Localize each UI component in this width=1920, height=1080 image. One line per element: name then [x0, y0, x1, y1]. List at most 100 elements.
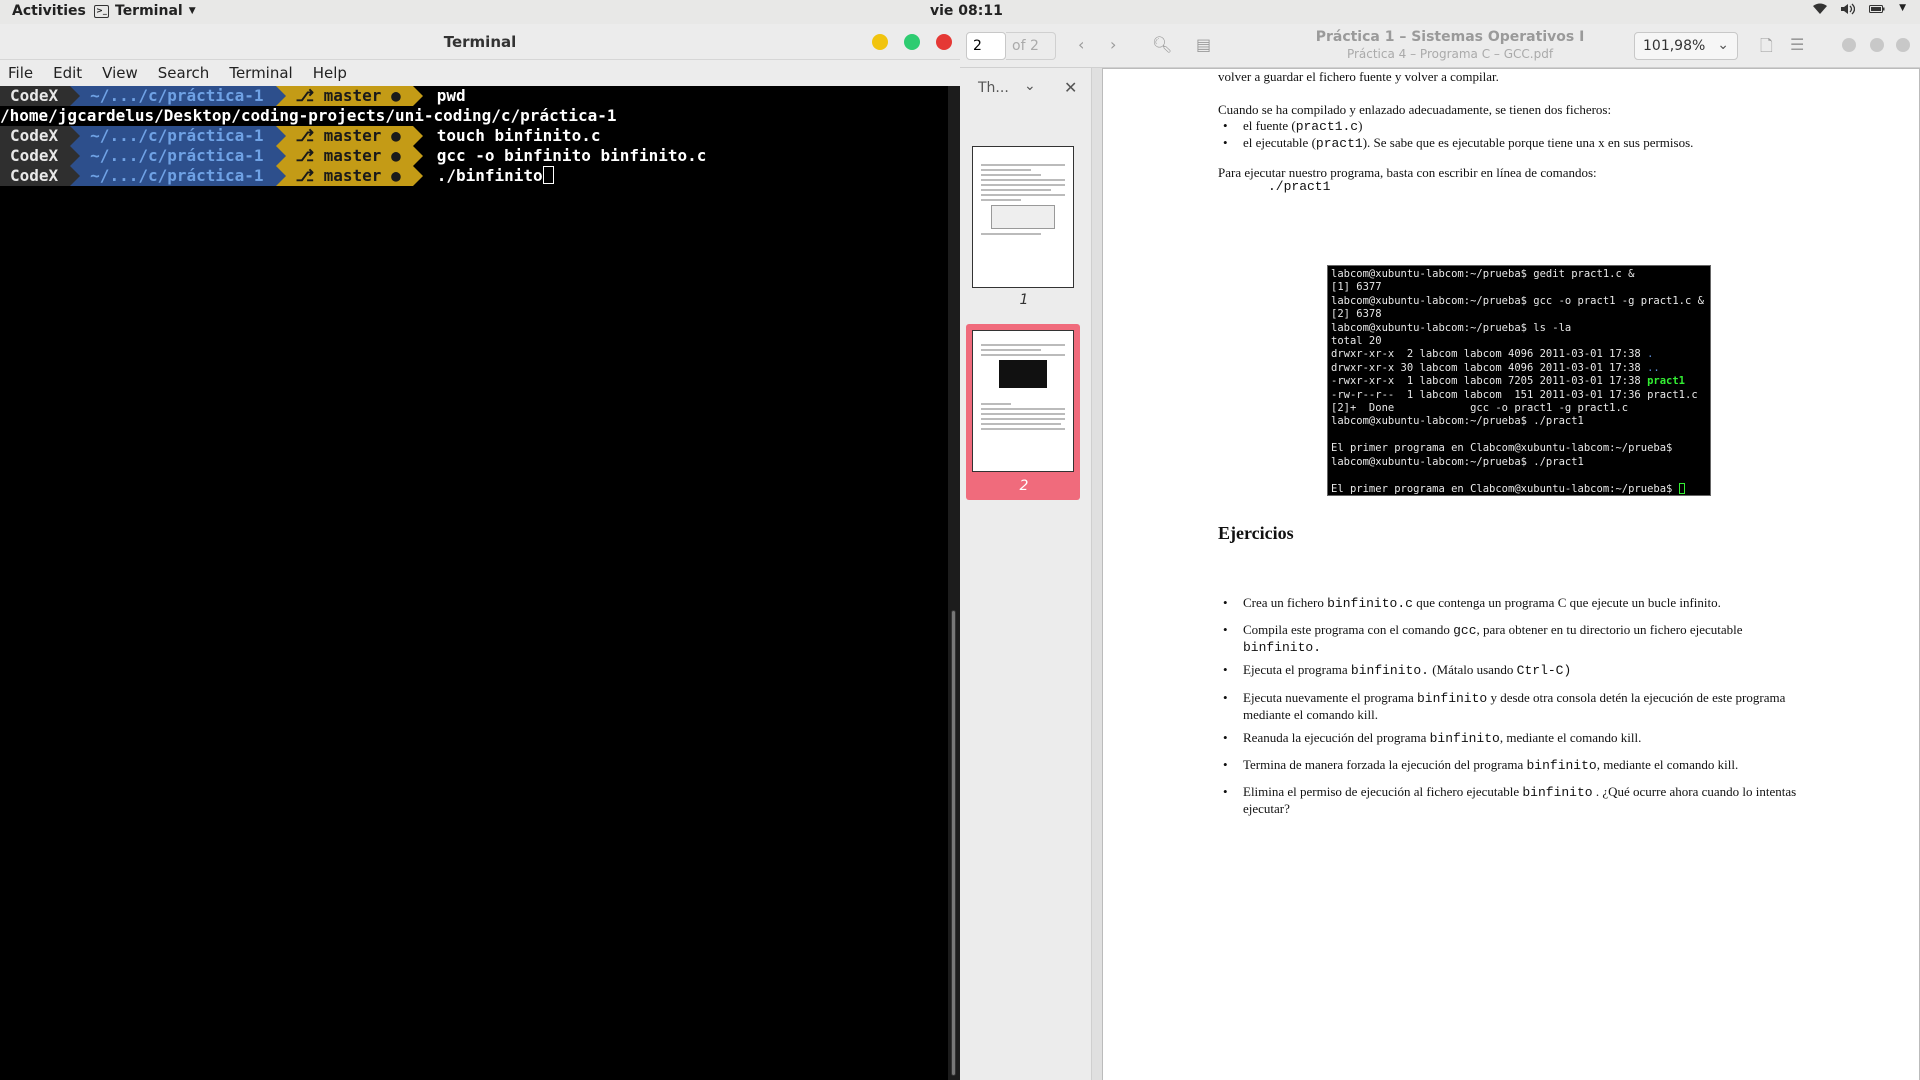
app-menu[interactable]: >_ Terminal ▼	[94, 3, 196, 19]
terminal-window: Terminal File Edit View Search Terminal …	[0, 24, 960, 1080]
prompt-separator-icon	[70, 146, 81, 166]
command-output: /home/jgcardelus/Desktop/coding-projects…	[0, 106, 617, 125]
thumbnail-number: 2	[1019, 478, 1029, 494]
battery-icon[interactable]	[1869, 3, 1885, 18]
exercise-text: , mediante el comando kill.	[1499, 730, 1642, 745]
chevron-down-icon: ▼	[188, 6, 196, 16]
prompt-path: ~/.../c/práctica-1	[80, 86, 276, 106]
maximize-button[interactable]	[1870, 38, 1884, 52]
document-page: volver a guardar el fichero fuente y vol…	[1102, 68, 1920, 1080]
screenshot-line: [1] 6377	[1331, 281, 1382, 294]
top-bar: Activities >_ Terminal ▼ vie 08:11 ▼	[0, 0, 1920, 24]
screenshot-line: total 20	[1331, 335, 1382, 348]
exercise-item: • Elimina el permiso de ejecución al fich…	[1223, 784, 1813, 817]
activities-button[interactable]: Activities	[12, 3, 86, 19]
terminal-titlebar[interactable]: Terminal	[0, 24, 960, 60]
exercise-text: Ejecuta el programa	[1243, 662, 1351, 677]
inline-code: Ctrl-C)	[1516, 663, 1572, 678]
screenshot-line: labcom@xubuntu-labcom:~/prueba$ gedit pr…	[1331, 268, 1635, 280]
dir-name: ..	[1647, 361, 1660, 374]
section-heading: Ejercicios	[1218, 523, 1294, 543]
screenshot-line	[1331, 429, 1707, 442]
volume-icon[interactable]	[1841, 3, 1856, 18]
prompt-separator-icon	[412, 126, 423, 146]
chevron-down-icon: ⌄	[1717, 37, 1729, 53]
prompt-separator-icon	[412, 86, 423, 106]
close-sidebar-icon[interactable]: ✕	[1064, 78, 1077, 97]
exercise-text: , para obtener en tu directorio un fiche…	[1476, 622, 1743, 637]
prompt-separator-icon	[412, 166, 423, 186]
search-icon[interactable]: 🔍︎	[1152, 35, 1172, 54]
command-text: pwd	[436, 86, 466, 105]
page-thumbnail-1[interactable]	[972, 146, 1074, 288]
list-text: el ejecutable (	[1243, 135, 1316, 150]
prompt-separator-icon	[275, 146, 286, 166]
menu-help[interactable]: Help	[313, 64, 347, 82]
zoom-select[interactable]: 101,98% ⌄	[1634, 32, 1738, 60]
prompt-separator-icon	[70, 86, 81, 106]
exercise-item: • Termina de manera forzada la ejecución …	[1223, 757, 1813, 774]
clock[interactable]: vie 08:11	[930, 3, 1003, 19]
terminal-line: CodeX ~/.../c/práctica-1 ⎇ master ● pwd	[0, 86, 948, 106]
close-button[interactable]	[1896, 38, 1910, 52]
chevron-down-icon[interactable]: ⌄	[1024, 78, 1036, 94]
menu-view[interactable]: View	[102, 64, 138, 82]
prompt-path: ~/.../c/práctica-1	[80, 126, 276, 146]
bullet-icon: •	[1223, 784, 1228, 799]
chevron-down-icon[interactable]: ▼	[1899, 3, 1906, 18]
page-area[interactable]: volver a guardar el fichero fuente y vol…	[1102, 68, 1920, 1080]
next-page-icon[interactable]: ›	[1110, 35, 1116, 54]
wifi-icon[interactable]	[1813, 3, 1828, 18]
exercise-item: • Compila este programa con el comando gc…	[1223, 622, 1813, 656]
minimize-button[interactable]	[872, 34, 888, 50]
document-title: Práctica 1 – Sistemas Operativos I	[1315, 29, 1585, 45]
scrollbar-thumb[interactable]	[951, 610, 956, 1076]
screenshot-line: labcom@xubuntu-labcom:~/prueba$ ./pract1	[1331, 455, 1584, 468]
zoom-value: 101,98%	[1643, 38, 1706, 54]
minimize-button[interactable]	[1842, 38, 1856, 52]
sidebar-scrollbar[interactable]	[1092, 68, 1102, 1080]
sidebar-header: Th... ⌄ ✕	[960, 68, 1091, 108]
menu-terminal[interactable]: Terminal	[229, 64, 292, 82]
hamburger-menu-icon[interactable]: ☰	[1790, 35, 1804, 54]
annotations-icon[interactable]: ▤	[1196, 35, 1211, 54]
terminal-line: CodeX ~/.../c/práctica-1 ⎇ master ● gcc -o …	[0, 146, 948, 166]
menu-file[interactable]: File	[8, 64, 33, 82]
sidebar-mode-label[interactable]: Th...	[978, 80, 1009, 96]
prompt-user: CodeX	[0, 86, 71, 106]
screenshot-line: drwxr-xr-x 2 labcom labcom 4096 2011-03-…	[1331, 348, 1654, 361]
inline-code: gcc	[1453, 623, 1477, 638]
prompt-path: ~/.../c/práctica-1	[80, 166, 276, 186]
document-filename: Práctica 4 – Programa C – GCC.pdf	[1346, 47, 1554, 61]
screenshot-cursor	[1678, 482, 1685, 494]
terminal-title: Terminal	[443, 33, 517, 51]
exercise-item: • Ejecuta el programa binfinito. (Mátalo …	[1223, 662, 1813, 679]
terminal-scrollbar[interactable]	[948, 86, 960, 1080]
terminal-screen[interactable]: CodeX ~/.../c/práctica-1 ⎇ master ● pwd/hom…	[0, 86, 948, 1080]
document-properties-icon[interactable]: 🗋	[1760, 35, 1773, 62]
close-button[interactable]	[936, 34, 952, 50]
terminal-line: CodeX ~/.../c/práctica-1 ⎇ master ● ./binfi…	[0, 166, 948, 186]
screenshot-line: labcom@xubuntu-labcom:~/prueba$ ls -la	[1331, 321, 1572, 334]
previous-page-icon[interactable]: ‹	[1078, 35, 1084, 54]
terminal-cursor	[542, 166, 554, 184]
menu-edit[interactable]: Edit	[53, 64, 82, 82]
list-text: el fuente (	[1243, 118, 1296, 133]
bullet-icon: •	[1223, 118, 1228, 133]
screenshot-line: -rwxr-xr-x 1 labcom labcom 7205 2011-03-…	[1331, 375, 1686, 388]
maximize-button[interactable]	[904, 34, 920, 50]
command-text: touch binfinito.c	[436, 126, 601, 145]
page-thumbnail-2[interactable]	[972, 330, 1074, 472]
page-number-input[interactable]: 2	[966, 32, 1006, 60]
prompt-user: CodeX	[0, 166, 71, 186]
terminal-line: /home/jgcardelus/Desktop/coding-projects…	[0, 106, 948, 126]
screenshot-line: labcom@xubuntu-labcom:~/prueba$ ./pract1	[1331, 415, 1584, 428]
terminal-icon: >_	[94, 4, 109, 18]
screenshot-line	[1331, 469, 1707, 482]
code-line: ./pract1	[1268, 179, 1331, 194]
thumbnail-number: 1	[1019, 292, 1029, 308]
system-tray[interactable]: ▼	[1813, 3, 1906, 18]
menu-search[interactable]: Search	[158, 64, 210, 82]
command-text: gcc -o binfinito binfinito.c	[436, 146, 707, 165]
document-viewer-window: 2 of 2 ‹ › 🔍︎ ▤ Práctica 1 – Sistemas Op…	[960, 24, 1920, 1080]
